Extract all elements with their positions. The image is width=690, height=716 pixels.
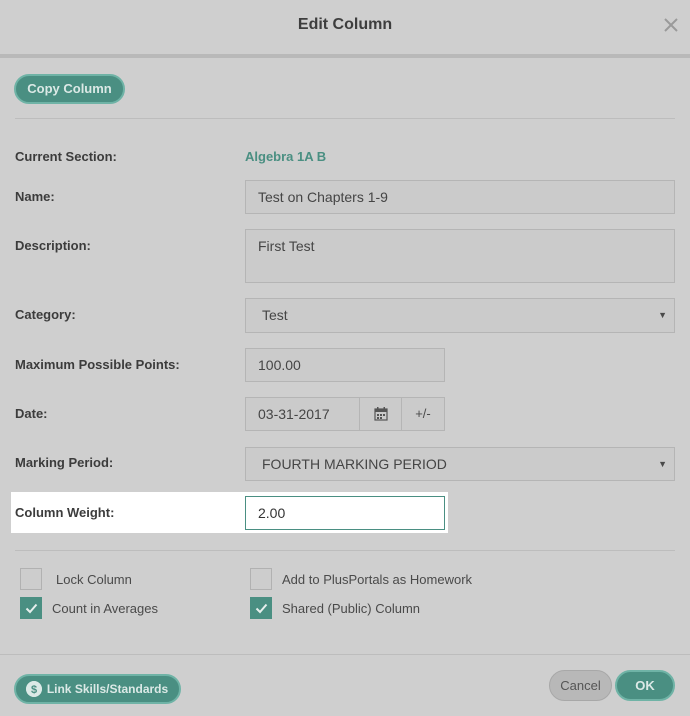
category-select[interactable]: Test ▼ <box>245 298 675 333</box>
form-divider <box>15 550 675 551</box>
column-weight-input[interactable]: 2.00 <box>245 496 445 530</box>
category-label: Category: <box>15 307 76 322</box>
current-section-link[interactable]: Algebra 1A B <box>245 149 326 164</box>
description-label: Description: <box>15 238 91 253</box>
shared-public-checkbox[interactable] <box>250 597 272 619</box>
marking-period-value: FOURTH MARKING PERIOD <box>262 456 447 472</box>
badge-icon: $ <box>26 681 42 697</box>
description-textarea[interactable]: First Test <box>245 229 675 283</box>
checkmark-icon <box>255 603 268 614</box>
date-label: Date: <box>15 406 48 421</box>
name-label: Name: <box>15 189 55 204</box>
max-points-label: Maximum Possible Points: <box>15 357 180 372</box>
shared-public-label: Shared (Public) Column <box>282 601 421 616</box>
caret-down-icon: ▼ <box>658 310 667 320</box>
dialog-title: Edit Column <box>297 16 393 33</box>
calendar-button[interactable] <box>359 397 402 431</box>
category-value: Test <box>262 307 288 323</box>
ok-button[interactable]: OK <box>615 670 675 701</box>
copy-column-button[interactable]: Copy Column <box>14 74 125 104</box>
max-points-input[interactable]: 100.00 <box>245 348 445 382</box>
lock-column-checkbox[interactable] <box>20 568 42 590</box>
date-adjust-button[interactable]: +/- <box>401 397 445 431</box>
toolbar-divider <box>15 118 675 119</box>
date-input[interactable]: 03-31-2017 <box>245 397 360 431</box>
calendar-icon <box>374 407 388 421</box>
close-icon[interactable] <box>662 16 680 34</box>
name-input[interactable]: Test on Chapters 1-9 <box>245 180 675 214</box>
link-skills-label: Link Skills/Standards <box>46 682 169 696</box>
header-divider <box>0 54 690 58</box>
marking-period-label: Marking Period: <box>15 455 114 470</box>
count-in-averages-checkbox[interactable] <box>20 597 42 619</box>
link-skills-standards-button[interactable]: $ Link Skills/Standards <box>14 674 181 704</box>
count-in-averages-label: Count in Averages <box>52 601 158 616</box>
lock-column-label: Lock Column <box>56 572 132 587</box>
svg-text:$: $ <box>31 684 37 696</box>
column-weight-label: Column Weight: <box>15 505 115 520</box>
add-to-plusportals-label: Add to PlusPortals as Homework <box>282 572 473 587</box>
checkmark-icon <box>25 603 38 614</box>
cancel-button[interactable]: Cancel <box>549 670 612 701</box>
footer-divider <box>0 654 690 655</box>
add-to-plusportals-checkbox[interactable] <box>250 568 272 590</box>
current-section-label: Current Section: <box>15 149 117 164</box>
edit-column-dialog: Edit Column Copy Column Current Section:… <box>0 0 690 716</box>
marking-period-select[interactable]: FOURTH MARKING PERIOD ▼ <box>245 447 675 481</box>
caret-down-icon: ▼ <box>658 459 667 469</box>
dialog-header: Edit Column <box>0 0 690 54</box>
